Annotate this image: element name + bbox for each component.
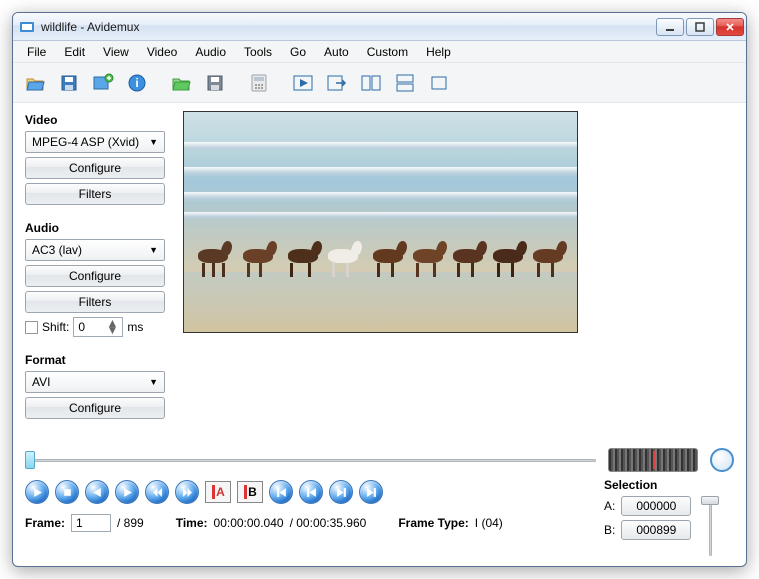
go-to-start-button[interactable] bbox=[269, 480, 293, 504]
time-total: / 00:00:35.960 bbox=[290, 516, 367, 530]
save-icon[interactable] bbox=[53, 67, 85, 99]
video-filters-button[interactable]: Filters bbox=[25, 183, 165, 205]
video-section-label: Video bbox=[25, 113, 175, 127]
go-to-end-button[interactable] bbox=[359, 480, 383, 504]
save-video-icon[interactable] bbox=[87, 67, 119, 99]
menu-video[interactable]: Video bbox=[139, 43, 185, 61]
frame-input[interactable]: 1 bbox=[71, 514, 111, 532]
chevron-down-icon: ▼ bbox=[149, 245, 158, 255]
menu-view[interactable]: View bbox=[95, 43, 137, 61]
open-icon[interactable] bbox=[19, 67, 51, 99]
spin-arrows-icon: ▲▼ bbox=[106, 320, 118, 334]
volume-slider[interactable] bbox=[699, 496, 721, 556]
sel-a-label: A: bbox=[604, 499, 615, 513]
time-label: Time: bbox=[176, 516, 208, 530]
audio-configure-button[interactable]: Configure bbox=[25, 265, 165, 287]
audio-codec-combo[interactable]: AC3 (lav) ▼ bbox=[25, 239, 165, 261]
video-codec-combo[interactable]: MPEG-4 ASP (Xvid) ▼ bbox=[25, 131, 165, 153]
left-panel: Video MPEG-4 ASP (Xvid) ▼ Configure Filte… bbox=[25, 111, 175, 440]
top-bottom-icon[interactable] bbox=[389, 67, 421, 99]
next-black-frame-button[interactable] bbox=[329, 480, 353, 504]
maximize-button[interactable] bbox=[686, 18, 714, 36]
menu-help[interactable]: Help bbox=[418, 43, 459, 61]
minimize-button[interactable] bbox=[656, 18, 684, 36]
chevron-down-icon: ▼ bbox=[149, 377, 158, 387]
open-project-icon[interactable] bbox=[165, 67, 197, 99]
video-preview bbox=[183, 111, 578, 333]
titlebar: wildlife - Avidemux bbox=[13, 13, 746, 41]
sel-b-label: B: bbox=[604, 523, 615, 537]
app-window: wildlife - Avidemux File Edit View Video… bbox=[12, 12, 747, 567]
frame-label: Frame: bbox=[25, 516, 65, 530]
shift-unit: ms bbox=[127, 320, 143, 334]
preview-area bbox=[183, 111, 734, 440]
single-view-icon[interactable] bbox=[423, 67, 455, 99]
svg-text:i: i bbox=[135, 76, 138, 90]
set-marker-a-button[interactable]: A bbox=[205, 481, 231, 503]
next-keyframe-button[interactable] bbox=[175, 480, 199, 504]
jog-wheel[interactable] bbox=[608, 448, 698, 472]
side-by-side-icon[interactable] bbox=[355, 67, 387, 99]
audio-codec-value: AC3 (lav) bbox=[32, 243, 82, 257]
transport-controls: A B bbox=[25, 480, 594, 504]
close-button[interactable] bbox=[716, 18, 744, 36]
menubar: File Edit View Video Audio Tools Go Auto… bbox=[13, 41, 746, 63]
timeline-slider[interactable] bbox=[25, 449, 596, 471]
menu-custom[interactable]: Custom bbox=[359, 43, 416, 61]
shuttle-dial[interactable] bbox=[710, 448, 734, 472]
shift-spinbox[interactable]: 0▲▼ bbox=[73, 317, 123, 337]
stop-button[interactable] bbox=[55, 480, 79, 504]
save-project-icon[interactable] bbox=[199, 67, 231, 99]
video-codec-value: MPEG-4 ASP (Xvid) bbox=[32, 135, 139, 149]
slider-thumb-icon bbox=[701, 496, 719, 505]
video-configure-button[interactable]: Configure bbox=[25, 157, 165, 179]
prev-frame-button[interactable] bbox=[85, 480, 109, 504]
slider-thumb-icon bbox=[25, 451, 35, 469]
prev-black-frame-button[interactable] bbox=[299, 480, 323, 504]
format-value: AVI bbox=[32, 375, 50, 389]
info-icon[interactable]: i bbox=[121, 67, 153, 99]
menu-go[interactable]: Go bbox=[282, 43, 314, 61]
frame-total: / 899 bbox=[117, 516, 144, 530]
format-configure-button[interactable]: Configure bbox=[25, 397, 165, 419]
sel-b-button[interactable]: 000899 bbox=[621, 520, 691, 540]
menu-edit[interactable]: Edit bbox=[56, 43, 93, 61]
set-marker-b-button[interactable]: B bbox=[237, 481, 263, 503]
shift-label: Shift: bbox=[42, 320, 69, 334]
format-combo[interactable]: AVI ▼ bbox=[25, 371, 165, 393]
menu-auto[interactable]: Auto bbox=[316, 43, 357, 61]
output-view-icon[interactable] bbox=[321, 67, 353, 99]
frametype-label: Frame Type: bbox=[398, 516, 468, 530]
shift-checkbox[interactable] bbox=[25, 321, 38, 334]
selection-label: Selection bbox=[604, 478, 734, 492]
play-button[interactable] bbox=[25, 480, 49, 504]
menu-tools[interactable]: Tools bbox=[236, 43, 280, 61]
frametype-value: I (04) bbox=[475, 516, 503, 530]
menu-audio[interactable]: Audio bbox=[187, 43, 234, 61]
audio-filters-button[interactable]: Filters bbox=[25, 291, 165, 313]
app-icon bbox=[19, 19, 35, 35]
play-filtered-icon[interactable] bbox=[287, 67, 319, 99]
prev-keyframe-button[interactable] bbox=[145, 480, 169, 504]
calculator-icon[interactable] bbox=[243, 67, 275, 99]
window-title: wildlife - Avidemux bbox=[41, 20, 656, 34]
time-value: 00:00:00.040 bbox=[214, 516, 284, 530]
toolbar: i bbox=[13, 63, 746, 103]
next-frame-button[interactable] bbox=[115, 480, 139, 504]
menu-file[interactable]: File bbox=[19, 43, 54, 61]
format-section-label: Format bbox=[25, 353, 175, 367]
chevron-down-icon: ▼ bbox=[149, 137, 158, 147]
audio-section-label: Audio bbox=[25, 221, 175, 235]
sel-a-button[interactable]: 000000 bbox=[621, 496, 691, 516]
